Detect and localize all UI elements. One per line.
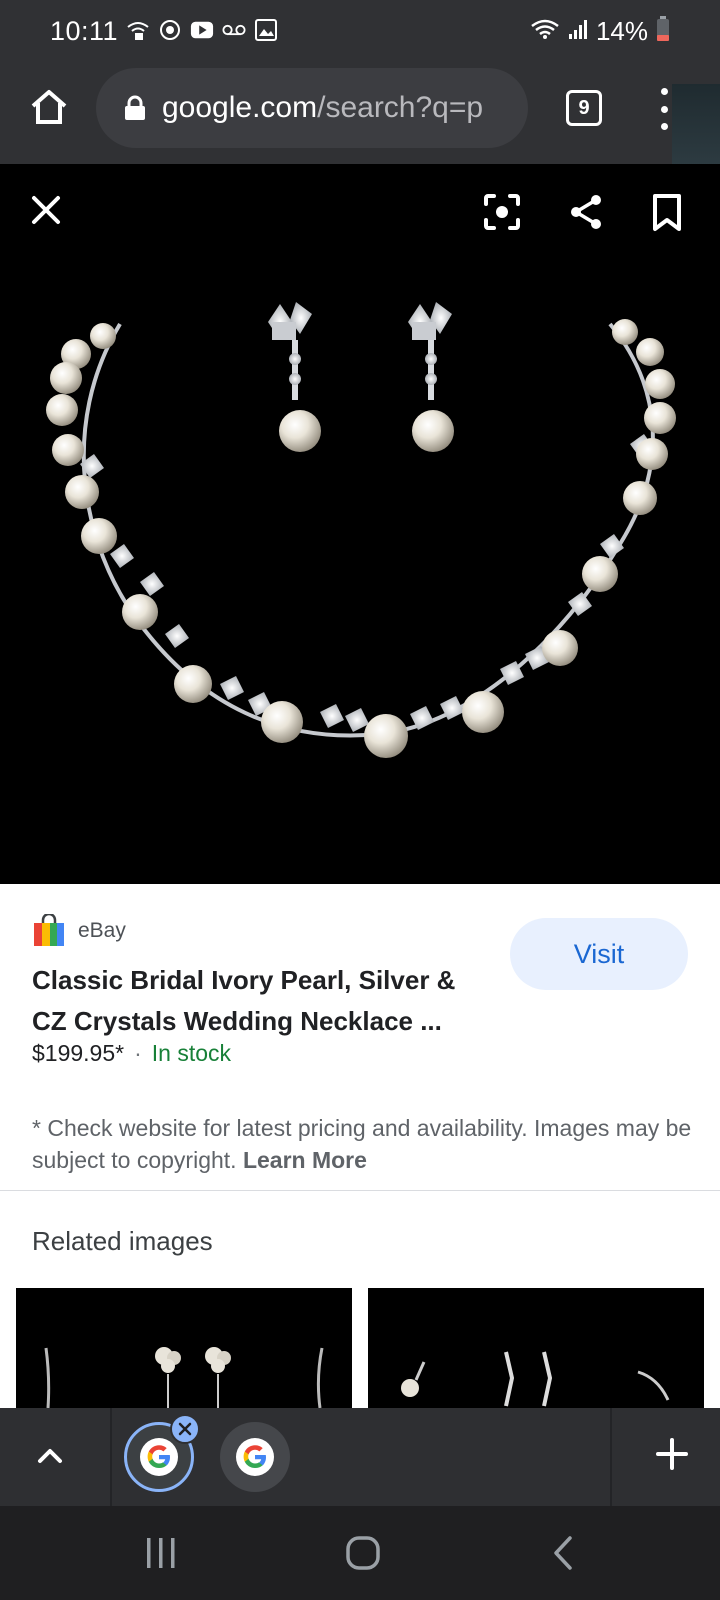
stock-status: In stock <box>151 1040 232 1066</box>
menu-dot-icon <box>660 88 668 95</box>
result-card: eBay Visit Classic Bridal Ivory Pearl, S… <box>0 884 720 1194</box>
image-viewer <box>0 164 720 884</box>
strip-divider <box>110 1408 112 1506</box>
disclaimer: * Check website for latest pricing and a… <box>32 1112 692 1176</box>
price-row: $199.95* · In stock <box>32 1040 231 1067</box>
strip-divider <box>610 1408 612 1506</box>
home-icon <box>31 90 67 124</box>
status-time: 10:11 <box>50 16 119 46</box>
section-divider <box>0 1190 720 1191</box>
tab-strip <box>0 1408 720 1506</box>
right-earring <box>408 302 454 452</box>
google-icon <box>236 1438 274 1476</box>
price: $199.95* <box>32 1040 125 1066</box>
system-nav-bar <box>0 1506 720 1600</box>
menu-dot-icon <box>660 105 668 113</box>
menu-dot-icon <box>660 123 668 130</box>
close-tab-button[interactable] <box>170 1414 200 1444</box>
plus-icon[interactable] <box>652 1434 692 1474</box>
source-name: eBay <box>78 919 126 942</box>
pearl-necklace-image <box>46 302 676 758</box>
related-image-thumbnail[interactable] <box>368 1288 704 1408</box>
source-row[interactable]: eBay <box>32 914 126 948</box>
earrings-image <box>401 1351 670 1407</box>
status-bar: 10:11 14% <box>0 0 720 62</box>
target-icon <box>158 18 182 42</box>
earrings-image <box>44 1347 324 1408</box>
close-icon[interactable] <box>28 192 64 228</box>
wifi-icon <box>530 18 560 45</box>
learn-more-link[interactable]: Learn More <box>243 1147 367 1173</box>
shopping-bag-icon <box>34 914 64 946</box>
lens-icon[interactable] <box>482 192 522 232</box>
home-button[interactable] <box>26 84 72 130</box>
left-earring <box>268 302 321 452</box>
status-right: 14% <box>530 16 670 47</box>
chevron-up-icon[interactable] <box>30 1436 70 1476</box>
back-icon[interactable] <box>548 1534 578 1572</box>
lock-icon <box>125 95 145 120</box>
gallery-icon <box>254 18 278 42</box>
wifi-call-icon <box>126 18 150 42</box>
battery-icon <box>656 16 670 47</box>
related-images-title: Related images <box>32 1226 213 1256</box>
voicemail-icon <box>222 18 246 42</box>
close-icon <box>178 1422 192 1436</box>
url-path: /search?q=p <box>317 91 484 124</box>
signal-icon <box>568 18 588 45</box>
tab-thumbnail[interactable] <box>220 1422 290 1492</box>
separator-dot: · <box>134 1040 142 1066</box>
save-icon[interactable] <box>652 194 682 232</box>
recent-apps-icon[interactable] <box>144 1534 178 1572</box>
google-icon <box>140 1438 178 1476</box>
tab-switcher-button[interactable]: 9 <box>566 90 602 126</box>
visit-button[interactable]: Visit <box>510 918 688 990</box>
notification-icons <box>126 18 278 42</box>
share-icon[interactable] <box>566 192 606 232</box>
more-menu-button[interactable] <box>654 84 674 134</box>
youtube-icon <box>190 18 214 42</box>
related-image-thumbnail[interactable] <box>16 1288 352 1408</box>
browser-toolbar: google.com/search?q=p 9 <box>0 62 720 164</box>
battery-percent: 14% <box>595 16 648 46</box>
home-nav-icon[interactable] <box>344 1534 382 1572</box>
url-domain: google.com <box>162 91 318 124</box>
product-title[interactable]: Classic Bridal Ivory Pearl, Silver & CZ … <box>32 960 492 1042</box>
address-bar[interactable]: google.com/search?q=p <box>96 68 528 148</box>
